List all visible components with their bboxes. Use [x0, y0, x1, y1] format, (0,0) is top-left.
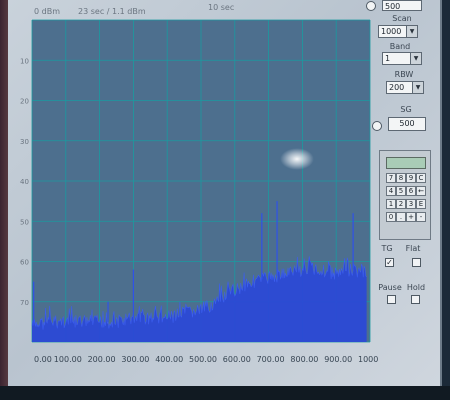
y-tick-label: 40 — [20, 178, 29, 186]
keypad-key[interactable]: C — [416, 173, 426, 183]
chevron-down-icon[interactable]: ▼ — [412, 82, 423, 93]
x-tick-label: 1000.00 — [358, 355, 378, 364]
rbw-dropdown[interactable]: 200 ▼ — [386, 81, 424, 94]
x-tick-label: 0.00 — [34, 355, 52, 364]
pause-label: Pause — [378, 283, 402, 292]
x-tick-label: 600.00 — [223, 355, 251, 364]
x-tick-label: 800.00 — [290, 355, 318, 364]
header-mid-label: 23 sec / 1.1 dBm — [78, 7, 146, 16]
keypad-key[interactable]: 5 — [396, 186, 406, 196]
rbw-value: 200 — [389, 83, 405, 92]
band-label: Band — [389, 42, 411, 51]
y-tick-label: 10 — [20, 57, 29, 65]
keypad-key[interactable]: 3 — [406, 199, 416, 209]
chevron-down-icon[interactable]: ▼ — [410, 53, 421, 64]
sg-value-field[interactable]: 500 — [388, 117, 426, 131]
keypad-key[interactable]: 7 — [386, 173, 396, 183]
keypad-key[interactable]: ← — [416, 186, 426, 196]
rbw-label: RBW — [394, 70, 414, 79]
hold-label: Hold — [406, 283, 426, 292]
sg-label: SG — [400, 105, 412, 114]
flat-checkbox[interactable] — [412, 258, 421, 267]
keypad-key[interactable]: 4 — [386, 186, 396, 196]
keypad-key[interactable]: 8 — [396, 173, 406, 183]
keypad-key[interactable]: 9 — [406, 173, 416, 183]
keypad: 7 8 9 C 4 5 6 ← 1 2 3 E 0. + - — [379, 150, 431, 240]
y-tick-label: 60 — [20, 259, 29, 267]
spectrum-plot[interactable]: 0 dBm 23 sec / 1.1 dBm 10 sec 10 20 30 40 50… — [18, 0, 378, 370]
y-axis-ticks: 10 20 30 40 50 60 70 — [20, 57, 29, 307]
top-value-field[interactable]: 500 — [382, 0, 422, 11]
chevron-down-icon[interactable]: ▼ — [406, 26, 417, 37]
hold-checkbox[interactable] — [411, 295, 420, 304]
sg-radio[interactable] — [372, 121, 382, 131]
x-tick-label: 200.00 — [88, 355, 116, 364]
tg-checkbox[interactable]: ✓ — [385, 258, 394, 267]
pause-checkbox[interactable] — [387, 295, 396, 304]
top-radio[interactable] — [366, 1, 376, 11]
x-tick-label: 400.00 — [155, 355, 183, 364]
keypad-key[interactable]: . — [396, 212, 406, 222]
keypad-key[interactable]: E — [416, 199, 426, 209]
x-axis-ticks: 0.00 100.00 200.00 300.00 400.00 500.00 600.00… — [34, 355, 378, 364]
keypad-key[interactable]: 6 — [406, 186, 416, 196]
flat-label: Flat — [405, 244, 421, 253]
y-tick-label: 20 — [20, 98, 29, 106]
y-tick-label: 50 — [20, 218, 29, 226]
analyzer-window: 0 dBm 23 sec / 1.1 dBm 10 sec 10 20 30 40 50… — [8, 0, 442, 388]
band-value: 1 — [385, 54, 391, 63]
x-tick-label: 500.00 — [189, 355, 217, 364]
x-tick-label: 700.00 — [257, 355, 285, 364]
keypad-key[interactable]: 2 — [396, 199, 406, 209]
monitor-bezel-bottom — [0, 386, 450, 400]
x-tick-label: 900.00 — [324, 355, 352, 364]
keypad-display — [386, 157, 426, 169]
band-dropdown[interactable]: 1 ▼ — [382, 52, 422, 65]
keypad-key[interactable]: 1 — [386, 199, 396, 209]
header-left-label: 0 dBm — [34, 7, 60, 16]
y-tick-label: 70 — [20, 299, 29, 307]
scan-dropdown[interactable]: 1000 ▼ — [378, 25, 418, 38]
x-tick-label: 300.00 — [121, 355, 149, 364]
scan-label: Scan — [392, 14, 412, 23]
scan-value: 1000 — [381, 27, 402, 36]
y-tick-label: 30 — [20, 138, 29, 146]
tg-label: TG — [381, 244, 393, 253]
keypad-key[interactable]: + — [406, 212, 416, 222]
header-right-label: 10 sec — [208, 3, 234, 12]
keypad-key[interactable]: 0 — [386, 212, 396, 222]
x-tick-label: 100.00 — [54, 355, 82, 364]
keypad-key[interactable]: - — [416, 212, 426, 222]
